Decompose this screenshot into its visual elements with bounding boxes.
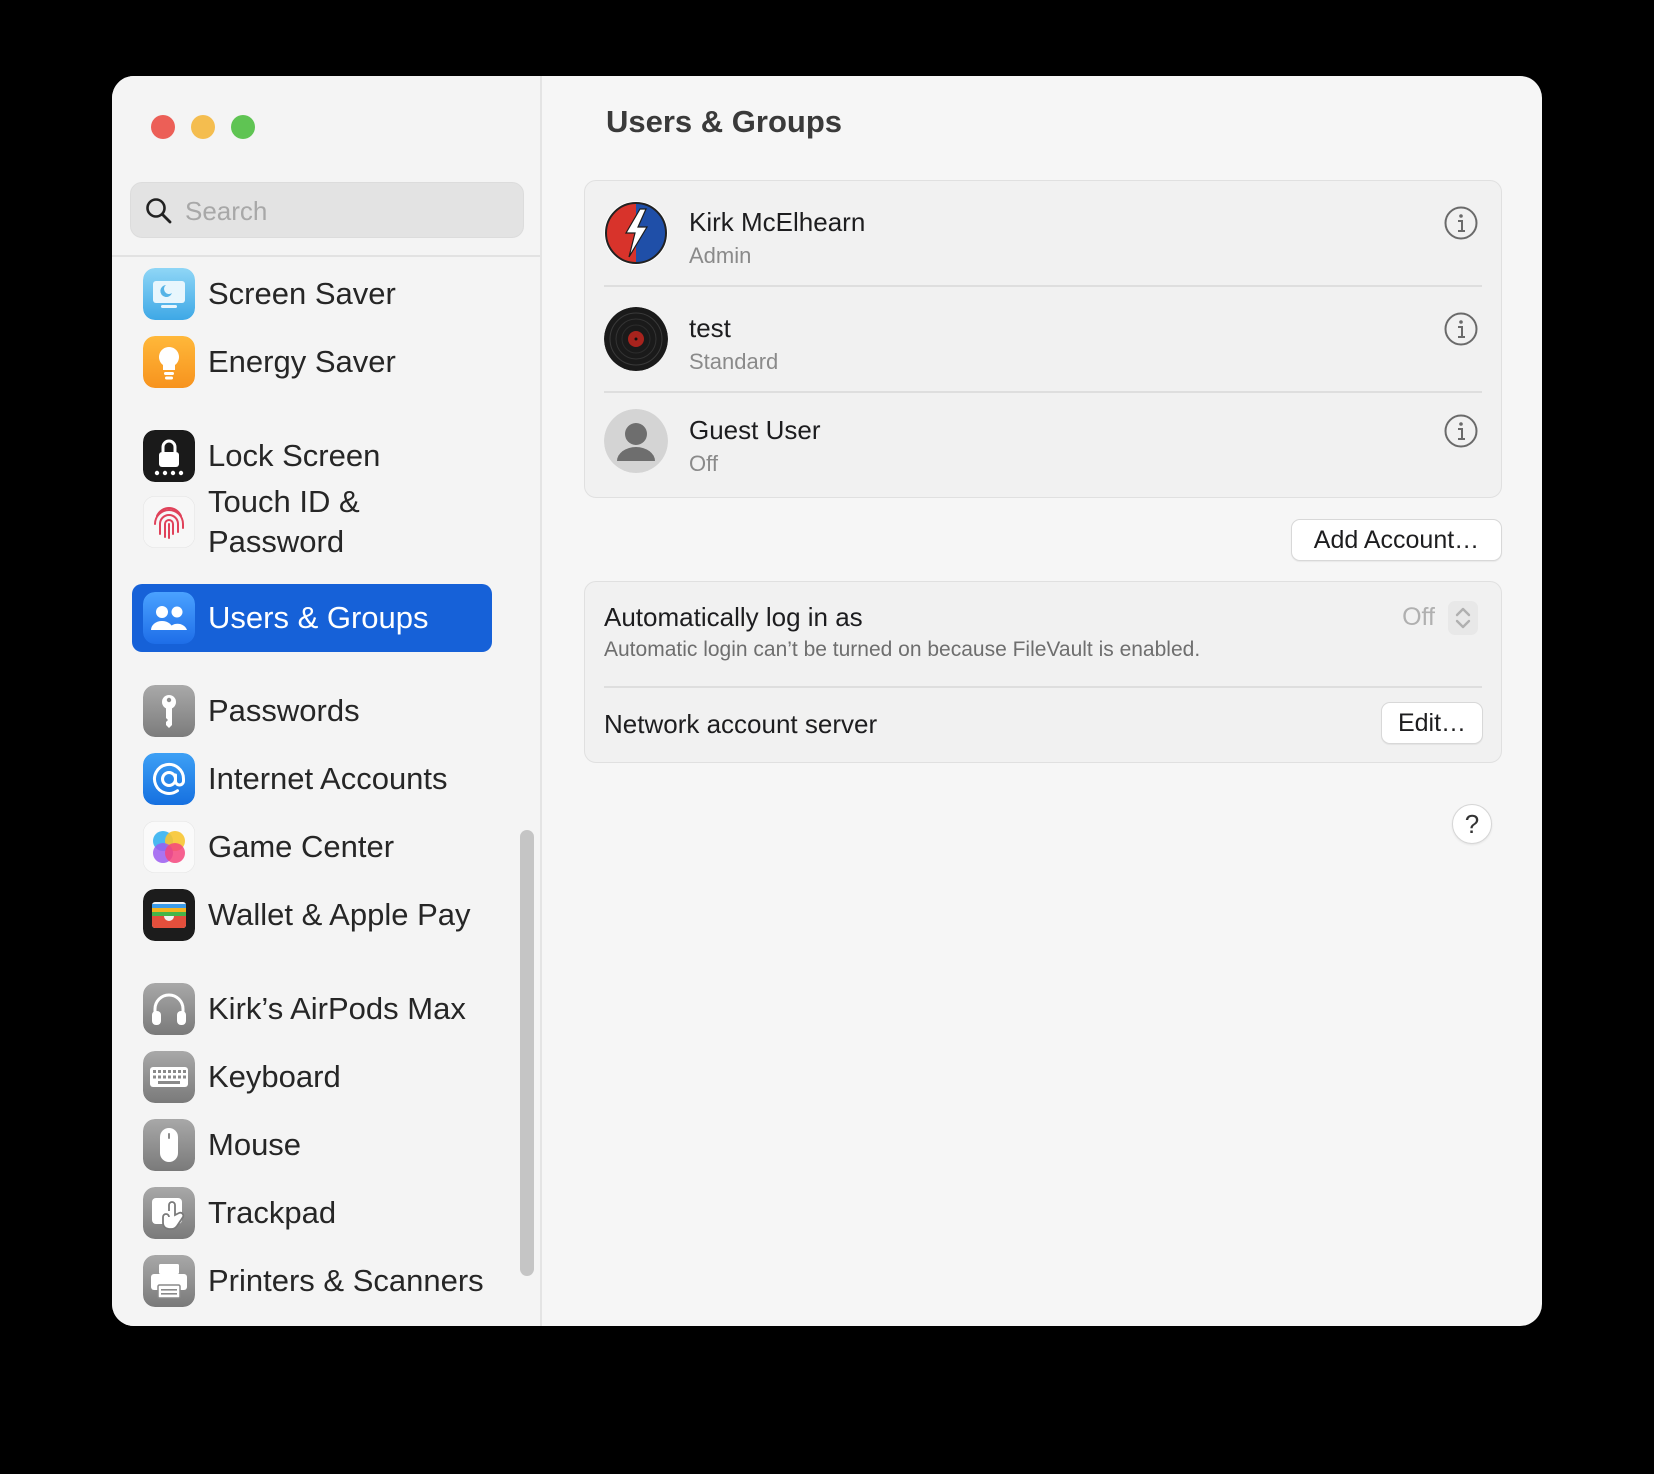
minimize-window-button[interactable] <box>191 115 215 139</box>
sidebar-item-label: Passwords <box>208 693 360 728</box>
sidebar-item-passwords[interactable]: Passwords <box>132 678 492 744</box>
sidebar-item-label: Energy Saver <box>208 344 396 379</box>
sidebar-item-touch-id-password[interactable]: Touch ID & Password <box>132 482 492 562</box>
sidebar-item-mouse[interactable]: Mouse <box>132 1112 492 1178</box>
sidebar-item-wallet[interactable]: Wallet & Apple Pay <box>132 882 492 948</box>
sidebar-item-label: Users & Groups <box>208 600 429 635</box>
mouse-icon <box>143 1119 195 1171</box>
user-name: Guest User <box>689 415 821 445</box>
sidebar-item-game-center[interactable]: Game Center <box>132 814 492 880</box>
sidebar-item-internet-accounts[interactable]: Internet Accounts <box>132 746 492 812</box>
sidebar-item-label-line2: Password <box>208 524 345 559</box>
user-role: Standard <box>689 349 779 374</box>
at-sign-icon <box>143 753 195 805</box>
user-role: Off <box>689 451 718 476</box>
auto-login-label: Automatically log in as <box>604 602 863 632</box>
sidebar-item-trackpad[interactable]: Trackpad <box>132 1180 492 1246</box>
sidebar-item-label: Internet Accounts <box>208 761 448 796</box>
help-button[interactable]: ? <box>1452 804 1492 844</box>
auto-login-value[interactable]: Off <box>1402 603 1435 632</box>
network-account-server-label: Network account server <box>604 709 878 739</box>
key-icon <box>143 685 195 737</box>
sidebar-item-screen-saver[interactable]: Screen Saver <box>132 261 492 327</box>
user-role: Admin <box>689 243 752 268</box>
sidebar-item-label: Game Center <box>208 829 395 864</box>
login-options: Automatically log in as Off Automatic lo… <box>584 581 1502 763</box>
sidebar-item-label: Screen Saver <box>208 276 396 311</box>
settings-window: Screen Saver Energy Saver Lock Screen <box>112 76 1542 1326</box>
sidebar-item-label: Touch ID & <box>208 484 360 519</box>
sidebar-item-lock-screen[interactable]: Lock Screen <box>132 423 492 489</box>
sidebar-item-printers-scanners[interactable]: Printers & Scanners <box>132 1248 492 1314</box>
window-controls <box>151 115 255 139</box>
search-icon <box>146 198 172 224</box>
sidebar: Screen Saver Energy Saver Lock Screen <box>112 76 542 1326</box>
sidebar-item-label: Keyboard <box>208 1059 341 1094</box>
sidebar-item-label: Mouse <box>208 1127 302 1162</box>
info-icon[interactable] <box>1443 413 1479 449</box>
info-icon[interactable] <box>1443 205 1479 241</box>
sidebar-item-label: Trackpad <box>208 1195 337 1230</box>
search-input[interactable] <box>183 183 507 239</box>
sidebar-item-airpods-max[interactable]: Kirk’s AirPods Max <box>132 976 492 1042</box>
main-content: Users & Groups Kirk McElhearn Admin test… <box>542 76 1542 1326</box>
sidebar-divider <box>112 255 540 257</box>
close-window-button[interactable] <box>151 115 175 139</box>
screen-saver-icon <box>143 268 195 320</box>
guest-user-avatar-icon <box>604 409 668 473</box>
sidebar-item-label: Wallet & Apple Pay <box>208 897 471 932</box>
energy-saver-icon <box>143 336 195 388</box>
info-icon[interactable] <box>1443 311 1479 347</box>
user-avatar-kirk <box>604 201 668 265</box>
page-title: Users & Groups <box>606 104 843 139</box>
sidebar-item-label: Kirk’s AirPods Max <box>208 991 466 1026</box>
sidebar-item-label: Printers & Scanners <box>208 1263 484 1298</box>
sidebar-item-energy-saver[interactable]: Energy Saver <box>132 329 492 395</box>
zoom-window-button[interactable] <box>231 115 255 139</box>
lock-screen-icon <box>143 430 195 482</box>
trackpad-icon <box>143 1187 195 1239</box>
sidebar-item-users-groups[interactable]: Users & Groups <box>132 584 492 652</box>
user-row-kirk[interactable]: Kirk McElhearn Admin <box>585 181 1501 285</box>
add-account-button[interactable]: Add Account… <box>1291 519 1502 561</box>
keyboard-icon <box>143 1051 195 1103</box>
user-row-test[interactable]: test Standard <box>585 287 1501 391</box>
fingerprint-icon <box>143 496 195 548</box>
printer-icon <box>143 1255 195 1307</box>
game-center-icon <box>143 821 195 873</box>
sidebar-item-keyboard[interactable]: Keyboard <box>132 1044 492 1110</box>
users-list: Kirk McElhearn Admin test Standard Guest… <box>584 180 1502 498</box>
wallet-icon <box>143 889 195 941</box>
headphones-icon <box>143 983 195 1035</box>
users-groups-icon <box>143 592 195 644</box>
user-name: Kirk McElhearn <box>689 207 866 237</box>
sidebar-item-label: Lock Screen <box>208 438 381 473</box>
user-avatar-test <box>604 307 668 371</box>
edit-network-server-button[interactable]: Edit… <box>1381 702 1483 744</box>
popup-stepper-icon[interactable] <box>1447 600 1479 636</box>
row-separator <box>604 686 1482 688</box>
search-field[interactable] <box>130 182 524 239</box>
user-name: test <box>689 313 731 343</box>
user-row-guest[interactable]: Guest User Off <box>585 389 1501 493</box>
sidebar-scrollbar[interactable] <box>520 830 534 1276</box>
auto-login-note: Automatic login can’t be turned on becau… <box>604 638 1201 661</box>
